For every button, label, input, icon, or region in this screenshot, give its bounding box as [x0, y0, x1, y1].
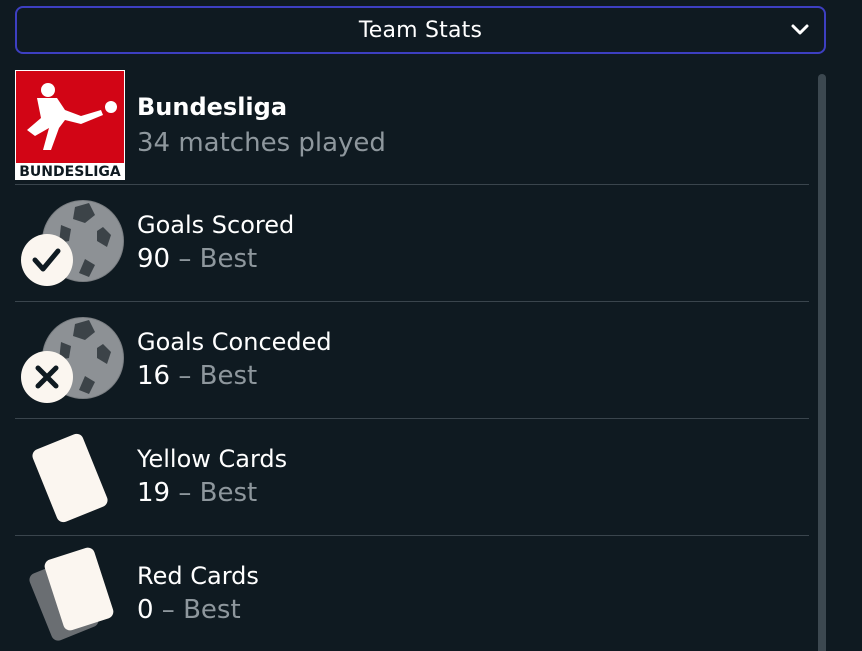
stat-value: 19: [137, 478, 171, 508]
stat-label: Yellow Cards: [137, 445, 288, 473]
stat-row-goals-scored[interactable]: Goals Scored 90 – Best: [15, 185, 809, 302]
stat-label: Goals Scored: [137, 211, 295, 239]
stat-value: 90: [137, 244, 171, 274]
dropdown-label: Team Stats: [358, 17, 483, 43]
red-card-icon: [29, 547, 114, 641]
team-stats-panel: Team Stats BUNDESLIGA Bundesliga 34 matc…: [0, 0, 862, 651]
bundesliga-logo: BUNDESLIGA: [15, 70, 125, 180]
logo-text: BUNDESLIGA: [19, 164, 121, 180]
stat-value: 0: [137, 595, 154, 625]
stat-rank: Best: [199, 361, 258, 391]
goals-conceded-icon: [21, 317, 124, 403]
stat-value: 16: [137, 361, 171, 391]
stat-row-goals-conceded[interactable]: Goals Conceded 16 – Best: [15, 302, 809, 419]
yellow-card-icon: [32, 433, 108, 523]
stat-rank: Best: [199, 478, 258, 508]
matches-played: 34 matches played: [137, 128, 386, 158]
stat-separator: –: [170, 361, 200, 391]
team-stats-dropdown[interactable]: Team Stats: [15, 6, 826, 54]
chevron-down-icon: [791, 24, 809, 35]
league-name: Bundesliga: [137, 93, 288, 121]
stat-separator: –: [153, 595, 184, 625]
stat-separator: –: [170, 478, 200, 508]
stat-label: Goals Conceded: [137, 328, 332, 356]
stat-separator: –: [170, 244, 200, 274]
stats-list: BUNDESLIGA Bundesliga 34 matches played …: [15, 70, 809, 651]
league-row: BUNDESLIGA Bundesliga 34 matches played: [15, 70, 809, 185]
stat-row-red-cards[interactable]: Red Cards 0 – Best: [15, 536, 809, 651]
goals-scored-icon: [21, 200, 124, 286]
scrollbar[interactable]: [818, 74, 826, 651]
stat-rank: Best: [199, 244, 258, 274]
stat-row-yellow-cards[interactable]: Yellow Cards 19 – Best: [15, 419, 809, 536]
stat-label: Red Cards: [137, 562, 259, 590]
stat-rank: Best: [183, 595, 241, 625]
